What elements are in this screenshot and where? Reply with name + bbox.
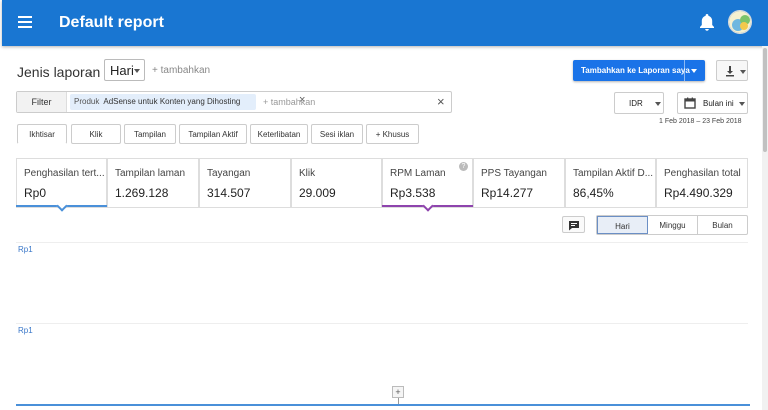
metric-card[interactable]: Klik 29.009 xyxy=(291,158,382,208)
add-to-reports-label: Tambahkan ke Laporan saya xyxy=(581,66,690,75)
add-filter-input[interactable]: + tambahkan xyxy=(263,97,315,107)
button-divider xyxy=(684,60,685,81)
metric-value: Rp0 xyxy=(24,186,47,200)
app-bar: Default report xyxy=(2,0,768,46)
tab-tampilan-aktif[interactable]: Tampilan Aktif xyxy=(179,124,247,144)
filter-button[interactable]: Filter xyxy=(17,92,67,112)
metric-value: Rp4.490.329 xyxy=(664,186,733,200)
tab-sesi-iklan[interactable]: Sesi iklan xyxy=(311,124,363,144)
period-week-button[interactable]: Minggu xyxy=(648,216,698,234)
chart-axis xyxy=(16,404,750,406)
tab-klik[interactable]: Klik xyxy=(71,124,121,144)
tab-ikhtisar[interactable]: Ikhtisar xyxy=(17,124,67,144)
caret-down-icon xyxy=(134,69,140,73)
metric-value: 86,45% xyxy=(573,186,614,200)
date-range-select[interactable]: Bulan ini xyxy=(677,92,748,114)
metric-value: Rp3.538 xyxy=(390,186,436,200)
comment-button[interactable] xyxy=(562,216,585,233)
help-icon[interactable]: ? xyxy=(459,162,468,171)
caret-down-icon xyxy=(655,102,661,106)
metric-value: 1.269.128 xyxy=(115,186,169,200)
filter-chip-key: Produk xyxy=(74,97,100,106)
comment-icon xyxy=(569,221,579,231)
chart-gridline xyxy=(16,242,748,243)
metric-card[interactable]: Tampilan laman 1.269.128 xyxy=(107,158,199,208)
filter-chip[interactable]: Produk AdSense untuk Konten yang Dihostin… xyxy=(70,94,305,110)
tab-khusus[interactable]: + Khusus xyxy=(366,124,419,144)
clear-filter-icon[interactable]: × xyxy=(437,94,445,109)
metric-name: Tampilan laman xyxy=(115,168,186,179)
page-title: Default report xyxy=(59,14,164,31)
period-day-button[interactable]: Hari xyxy=(597,216,648,234)
scrollbar-thumb[interactable] xyxy=(763,48,767,152)
chart-gridline xyxy=(16,323,748,324)
currency-select[interactable]: IDR xyxy=(614,92,664,114)
avatar-icon[interactable] xyxy=(728,10,752,34)
dimension-select[interactable]: Hari xyxy=(104,59,145,81)
drag-handle-icon[interactable]: + xyxy=(392,386,404,398)
currency-value: IDR xyxy=(629,99,643,108)
filter-chip-value: AdSense untuk Konten yang Dihosting xyxy=(103,97,241,106)
dimension-value: Hari xyxy=(110,63,134,78)
metric-value: Rp14.277 xyxy=(481,186,534,200)
date-value: Bulan ini xyxy=(703,99,734,108)
bell-icon[interactable] xyxy=(699,13,715,31)
download-button[interactable] xyxy=(716,60,748,81)
metric-name: Penghasilan total xyxy=(664,168,741,179)
metric-name: PPS Tayangan xyxy=(481,168,547,179)
add-dimension-link[interactable]: + tambahkan xyxy=(152,65,210,76)
metric-name: Klik xyxy=(299,168,316,179)
date-range-text: 1 Feb 2018 – 23 Feb 2018 xyxy=(659,118,742,125)
period-month-button[interactable]: Bulan xyxy=(698,216,747,234)
calendar-icon xyxy=(684,97,696,109)
metric-name: Penghasilan tert... xyxy=(24,168,105,179)
period-toggle: Hari Minggu Bulan xyxy=(596,215,748,235)
add-to-reports-button[interactable]: Tambahkan ke Laporan saya xyxy=(573,60,705,81)
scrollbar[interactable] xyxy=(762,46,768,410)
metric-name: Tampilan Aktif D... xyxy=(573,168,654,179)
metric-card[interactable]: Tampilan Aktif D... 86,45% xyxy=(565,158,656,208)
caret-down-icon[interactable] xyxy=(691,69,697,73)
axis-label: Rp1 xyxy=(18,326,33,335)
metric-value: 314.507 xyxy=(207,186,251,200)
metric-card[interactable]: PPS Tayangan Rp14.277 xyxy=(473,158,565,208)
metric-card[interactable]: Penghasilan total Rp4.490.329 xyxy=(656,158,748,208)
download-icon xyxy=(726,66,734,77)
caret-down-icon xyxy=(739,102,745,106)
menu-icon[interactable] xyxy=(18,16,32,28)
tab-tampilan[interactable]: Tampilan xyxy=(124,124,176,144)
chevron-right-icon: › xyxy=(88,63,93,79)
caret-down-icon xyxy=(740,70,746,74)
filter-bar: Filter Produk AdSense untuk Konten yang D… xyxy=(16,91,452,113)
metric-name: Tayangan xyxy=(207,168,251,179)
axis-label: Rp1 xyxy=(18,245,33,254)
tab-keterlibatan[interactable]: Keterlibatan xyxy=(250,124,308,144)
metric-value: 29.009 xyxy=(299,186,336,200)
metric-card[interactable]: Tayangan 314.507 xyxy=(199,158,291,208)
